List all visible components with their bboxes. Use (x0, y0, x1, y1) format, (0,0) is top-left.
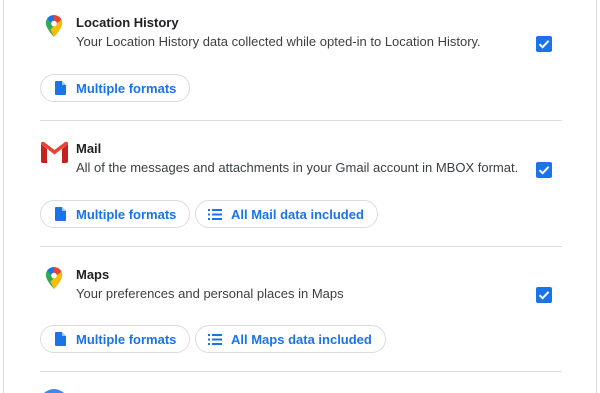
product-name: Mail (76, 141, 102, 156)
chip-label: Multiple formats (76, 331, 177, 347)
checkmark-icon (538, 40, 550, 49)
list-icon (208, 332, 222, 346)
chip-label: All Maps data included (231, 331, 372, 347)
section-divider (40, 246, 562, 247)
section-divider (40, 371, 562, 372)
document-icon (53, 332, 67, 346)
checkmark-icon (538, 291, 550, 300)
chip-label: Multiple formats (76, 206, 177, 222)
data-scope-chip[interactable]: All Maps data included (195, 325, 386, 353)
google-maps-pin-icon (45, 15, 63, 37)
product-description: Your preferences and personal places in … (76, 286, 344, 301)
include-checkbox[interactable] (536, 162, 552, 178)
format-chip[interactable]: Multiple formats (40, 200, 191, 228)
chip-label: Multiple formats (76, 80, 177, 96)
google-maps-pin-icon (45, 267, 63, 289)
product-description: All of the messages and attachments in y… (76, 160, 519, 175)
data-scope-chip[interactable]: All Mail data included (195, 200, 378, 228)
include-checkbox[interactable] (536, 287, 552, 303)
format-chip[interactable]: Multiple formats (40, 74, 191, 102)
format-chip[interactable]: Multiple formats (40, 325, 191, 353)
chip-label: All Mail data included (231, 206, 364, 222)
next-product-icon (44, 389, 64, 393)
checkmark-icon (538, 166, 550, 175)
include-checkbox[interactable] (536, 36, 552, 52)
list-icon (208, 207, 222, 221)
product-description: Your Location History data collected whi… (76, 34, 481, 49)
section-divider (40, 120, 562, 121)
document-icon (53, 81, 67, 95)
document-icon (53, 207, 67, 221)
gmail-icon (41, 141, 68, 163)
product-name: Maps (76, 267, 110, 282)
product-name: Location History (76, 15, 179, 30)
